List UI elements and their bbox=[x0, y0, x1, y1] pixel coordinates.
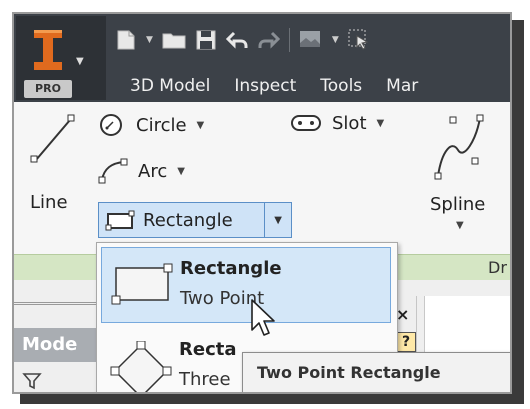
tab-3d-model[interactable]: 3D Model bbox=[118, 72, 222, 100]
circle-button[interactable]: Circle ▼ bbox=[98, 112, 204, 138]
mouse-cursor-icon bbox=[251, 299, 275, 336]
tab-tools[interactable]: Tools bbox=[308, 72, 374, 100]
menu-item-two-point-rectangle[interactable]: Rectangle Two Point bbox=[101, 247, 391, 323]
appearance-icon[interactable] bbox=[298, 27, 324, 53]
open-folder-icon[interactable] bbox=[161, 27, 187, 53]
undo-icon[interactable] bbox=[225, 27, 249, 53]
help-icon[interactable]: ? bbox=[396, 332, 416, 352]
ribbon-tabs: 3D Model Inspect Tools Mar bbox=[118, 72, 430, 100]
application-menu-button[interactable]: ▼ PRO bbox=[16, 16, 106, 100]
arc-button[interactable]: Arc ▼ bbox=[98, 158, 185, 184]
slot-label: Slot bbox=[332, 112, 367, 134]
slot-button[interactable]: Slot ▼ bbox=[290, 112, 384, 134]
tab-inspect[interactable]: Inspect bbox=[222, 72, 308, 100]
circle-label: Circle bbox=[136, 114, 187, 136]
rectangle-button[interactable]: Rectangle bbox=[99, 209, 264, 231]
three-point-rectangle-icon bbox=[110, 341, 172, 392]
two-point-rectangle-icon bbox=[111, 263, 173, 305]
panel-grip bbox=[14, 302, 104, 325]
chevron-down-icon: ▼ bbox=[76, 56, 84, 67]
inventor-window: ▼ PRO ▼ ▼ 3D Model Inspect Tools Mar Lin… bbox=[12, 12, 512, 394]
chevron-down-icon: ▼ bbox=[177, 165, 185, 177]
chevron-down-icon[interactable]: ▼ bbox=[146, 27, 153, 53]
rectangle-dropdown-arrow[interactable]: ▼ bbox=[264, 203, 291, 237]
chevron-down-icon: ▼ bbox=[196, 119, 205, 131]
chevron-down-icon[interactable]: ▼ bbox=[332, 27, 339, 53]
panel-title-text: Dr bbox=[488, 258, 507, 277]
model-tab-label: Mode bbox=[22, 334, 78, 355]
filter-icon[interactable] bbox=[22, 372, 42, 392]
spline-icon bbox=[434, 114, 484, 180]
tooltip-text: Two Point Rectangle bbox=[257, 363, 441, 382]
redo-icon[interactable] bbox=[257, 27, 281, 53]
chevron-down-icon: ▼ bbox=[376, 117, 385, 129]
chevron-down-icon: ▼ bbox=[456, 220, 464, 231]
menu-item-title: Recta bbox=[179, 339, 237, 360]
rectangle-icon bbox=[105, 210, 135, 231]
arc-label: Arc bbox=[138, 160, 168, 182]
spline-label: Spline bbox=[430, 194, 486, 215]
rectangle-label: Rectangle bbox=[143, 209, 233, 231]
menu-item-subtitle: Three bbox=[179, 369, 231, 390]
circle-icon bbox=[100, 114, 122, 136]
line-label: Line bbox=[30, 192, 68, 213]
select-icon[interactable] bbox=[347, 27, 373, 53]
inventor-logo-icon bbox=[34, 30, 62, 70]
spline-button[interactable]: Spline ▼ bbox=[422, 110, 502, 240]
arc-icon bbox=[98, 158, 128, 184]
tooltip: Two Point Rectangle bbox=[242, 352, 510, 392]
save-icon[interactable] bbox=[195, 27, 217, 53]
close-icon[interactable]: × bbox=[396, 305, 409, 324]
line-icon bbox=[30, 114, 75, 163]
title-bar: ▼ PRO ▼ ▼ 3D Model Inspect Tools Mar bbox=[14, 14, 510, 102]
toolbar-divider bbox=[288, 28, 290, 52]
rectangle-split-button[interactable]: Rectangle ▼ bbox=[98, 202, 292, 238]
new-file-icon[interactable] bbox=[114, 27, 138, 53]
slot-icon bbox=[291, 115, 321, 131]
quick-access-toolbar: ▼ ▼ bbox=[114, 24, 373, 56]
line-button[interactable]: Line bbox=[22, 110, 80, 213]
menu-item-title: Rectangle bbox=[180, 258, 282, 279]
ribbon-panel: Line Circle ▼ Slot ▼ Arc ▼ Rectangle ▼ S… bbox=[14, 102, 510, 254]
tab-manage[interactable]: Mar bbox=[374, 72, 430, 100]
pro-badge: PRO bbox=[24, 80, 72, 98]
